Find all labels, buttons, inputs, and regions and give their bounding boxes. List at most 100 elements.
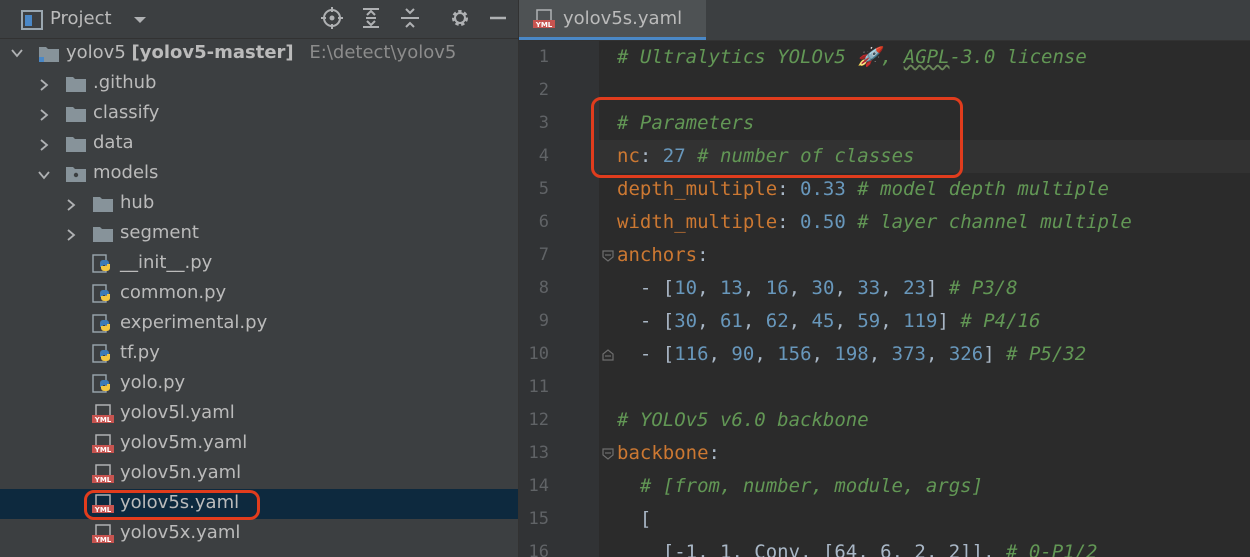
tab-yolov5s-yaml[interactable]: YML yolov5s.yaml: [519, 0, 706, 40]
code-token: backbone: [617, 442, 709, 464]
tree-item[interactable]: YML yolov5m.yaml: [0, 429, 518, 459]
code-token: 59: [857, 310, 881, 332]
tree-item-label: segment: [120, 222, 199, 243]
code-token: 13: [719, 277, 743, 299]
code-line[interactable]: [: [617, 503, 651, 536]
tree-item[interactable]: hub: [0, 189, 518, 219]
code-token: ,: [697, 277, 720, 299]
tree-item-label: yolov5l.yaml: [120, 402, 235, 423]
tree-item[interactable]: experimental.py: [0, 309, 518, 339]
code-line[interactable]: - [30, 61, 62, 45, 59, 119] # P4/16: [617, 305, 1041, 338]
collapse-all-icon[interactable]: [398, 6, 422, 30]
line-number: 6: [538, 212, 549, 232]
code-token: # P3/8: [948, 277, 1018, 299]
root-module-name: [yolov5-master]: [131, 42, 294, 63]
code-token: ]: [937, 310, 961, 332]
tree-item[interactable]: .github: [0, 69, 518, 99]
code-line[interactable]: anchors:: [617, 239, 709, 272]
chevron-right-icon[interactable]: [64, 226, 78, 241]
tree-item-label: classify: [93, 102, 160, 123]
svg-text:YML: YML: [535, 21, 553, 29]
folder-icon: [65, 134, 87, 154]
tree-item[interactable]: segment: [0, 219, 518, 249]
code-token: # 0-P1/2: [1005, 541, 1098, 557]
code-line[interactable]: - [10, 13, 16, 30, 33, 23] # P3/8: [617, 272, 1018, 305]
locate-file-icon[interactable]: [320, 6, 344, 30]
chevron-right-icon[interactable]: [64, 196, 78, 211]
tree-item[interactable]: YML yolov5x.yaml: [0, 519, 518, 549]
project-view-title[interactable]: Project: [50, 8, 112, 29]
folder-icon: [65, 74, 87, 94]
fold-icon[interactable]: [601, 446, 615, 460]
tree-item[interactable]: classify: [0, 99, 518, 129]
code-line[interactable]: backbone:: [617, 437, 720, 470]
code-token: anchors: [617, 244, 698, 266]
tree-item[interactable]: tf.py: [0, 339, 518, 369]
code-token: # model depth multiple: [857, 178, 1109, 200]
yaml-file-icon: YML: [92, 434, 114, 454]
svg-text:YML: YML: [94, 446, 112, 454]
code-token: 156: [777, 343, 812, 365]
line-number: 12: [528, 410, 549, 430]
chevron-down-icon[interactable]: [37, 166, 51, 180]
code-line[interactable]: # YOLOv5 v6.0 backbone: [617, 404, 869, 437]
chevron-right-icon[interactable]: [37, 106, 51, 121]
tree-item[interactable]: data: [0, 129, 518, 159]
chevron-right-icon[interactable]: [37, 136, 51, 151]
tree-item[interactable]: models: [0, 159, 518, 189]
line-number: 10: [528, 344, 549, 364]
code-token: ,: [834, 310, 858, 332]
code-line[interactable]: [-1, 1, Conv, [64, 6, 2, 2]], # 0-P1/2: [617, 536, 1098, 557]
yaml-file-icon: YML: [92, 524, 114, 544]
tree-item[interactable]: yolo.py: [0, 369, 518, 399]
python-file-icon: [92, 254, 114, 274]
code-token: ,: [868, 343, 892, 365]
chevron-right-icon[interactable]: [37, 76, 51, 91]
code-token: ,: [834, 277, 858, 299]
fold-end-icon[interactable]: [601, 347, 615, 361]
code-token: - [: [617, 310, 675, 332]
code-token: :: [777, 178, 801, 200]
code-line[interactable]: # [from, number, module, args]: [617, 470, 983, 503]
project-window-icon[interactable]: [20, 8, 44, 32]
code-token: ]: [926, 277, 949, 299]
chevron-down-icon[interactable]: [128, 8, 152, 32]
fold-icon[interactable]: [601, 248, 615, 262]
code-token: 119: [903, 310, 938, 332]
tree-item[interactable]: __init__.py: [0, 249, 518, 279]
code-token: ,: [880, 277, 904, 299]
chevron-down-icon[interactable]: [10, 46, 24, 60]
code-line[interactable]: width_multiple: 0.50 # layer channel mul…: [617, 206, 1132, 239]
tree-item[interactable]: YML yolov5l.yaml: [0, 399, 518, 429]
code-token: [: [617, 508, 652, 530]
tree-item-label: hub: [120, 192, 155, 213]
tree-item-label: tf.py: [120, 342, 160, 363]
project-toolbar: Project: [0, 0, 518, 39]
code-token: AGPL: [903, 46, 950, 68]
tab-label: yolov5s.yaml: [563, 8, 683, 29]
expand-all-icon[interactable]: [359, 6, 383, 30]
tree-root-yolov5[interactable]: yolov5 [yolov5-master] E:\detect\yolov5: [0, 39, 518, 69]
line-number: 4: [538, 146, 549, 166]
tree-item[interactable]: YML yolov5n.yaml: [0, 459, 518, 489]
code-token: 326: [948, 343, 984, 365]
code-line[interactable]: # Ultralytics YOLOv5 🚀, AGPL-3.0 license: [617, 41, 1087, 74]
code-token: :: [697, 244, 709, 266]
code-token: # Ultralytics YOLOv5 🚀,: [617, 46, 904, 68]
code-token: :: [777, 211, 801, 233]
code-token: 61: [719, 310, 743, 332]
yaml-file-icon: YML: [533, 9, 555, 29]
tree-item-label: yolov5x.yaml: [120, 522, 241, 543]
code-token: -3.0 license: [949, 46, 1087, 68]
python-file-icon: [92, 374, 114, 394]
hide-panel-icon[interactable]: [486, 6, 510, 30]
code-token: # YOLOv5 v6.0 backbone: [617, 409, 869, 431]
tree-item[interactable]: common.py: [0, 279, 518, 309]
code-line[interactable]: - [116, 90, 156, 198, 373, 326] # P5/32: [617, 338, 1086, 371]
gear-icon[interactable]: [448, 6, 472, 30]
editor-tab-bar: YML yolov5s.yaml: [519, 0, 1250, 41]
line-number: 5: [538, 179, 549, 199]
code-token: 16: [765, 277, 789, 299]
editor-panel: YML yolov5s.yaml 1 2 3 4 5 6 7 8 9 10 11 12 13 14 15 16…: [519, 0, 1250, 557]
